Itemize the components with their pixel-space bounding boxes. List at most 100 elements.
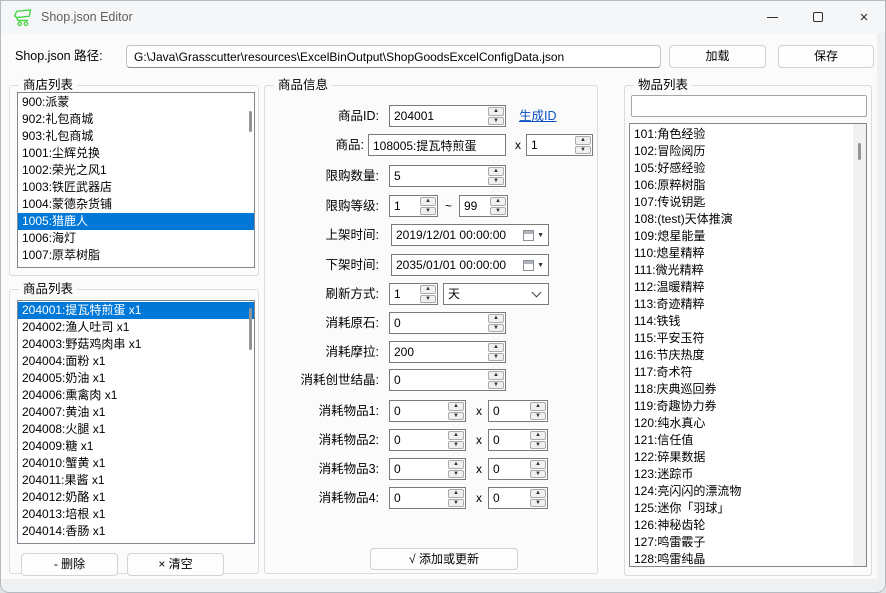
- scrollbar-thumb[interactable]: [249, 111, 252, 132]
- spin-down-button[interactable]: ▼: [488, 177, 504, 186]
- goods-list-item[interactable]: 204014:香肠 x1: [18, 523, 254, 540]
- goods-list-item[interactable]: 204013:培根 x1: [18, 506, 254, 523]
- cost-item3-count-spinner[interactable]: 0 ▲▼: [488, 458, 548, 480]
- goods-list-item[interactable]: 204012:奶酪 x1: [18, 489, 254, 506]
- spin-up-button[interactable]: ▲: [488, 371, 504, 380]
- item-list-item[interactable]: 120:纯水真心: [630, 415, 866, 432]
- item-list-item[interactable]: 112:温暖精粹: [630, 279, 866, 296]
- goods-listbox[interactable]: 204001:提瓦特煎蛋 x1204002:渔人吐司 x1204003:野菇鸡肉…: [17, 300, 255, 544]
- item-list-item[interactable]: 118:庆典巡回券: [630, 381, 866, 398]
- spin-down-button[interactable]: ▼: [530, 499, 546, 508]
- spin-up-button[interactable]: ▲: [575, 136, 591, 145]
- item-list-item[interactable]: 111:微光精粹: [630, 262, 866, 279]
- item-list-item[interactable]: 113:奇迹精粹: [630, 296, 866, 313]
- path-input[interactable]: [126, 45, 661, 68]
- item-list-item[interactable]: 119:奇趣协力券: [630, 398, 866, 415]
- goods-list-item[interactable]: 204003:野菇鸡肉串 x1: [18, 336, 254, 353]
- item-list-item[interactable]: 102:冒险阅历: [630, 143, 866, 160]
- goods-list-item[interactable]: 204002:渔人吐司 x1: [18, 319, 254, 336]
- item-list-item[interactable]: 124:亮闪闪的漂流物: [630, 483, 866, 500]
- goods-list-item[interactable]: 204001:提瓦特煎蛋 x1: [18, 302, 254, 319]
- goods-list-item[interactable]: 204011:果酱 x1: [18, 472, 254, 489]
- item-list-item[interactable]: 126:神秘齿轮: [630, 517, 866, 534]
- scrollbar-track[interactable]: [853, 124, 866, 566]
- spin-down-button[interactable]: ▼: [448, 412, 464, 421]
- spin-up-button[interactable]: ▲: [488, 314, 504, 323]
- begin-time-picker[interactable]: 2019/12/01 00:00:00 ▼: [391, 224, 549, 246]
- goods-name-input[interactable]: [368, 134, 506, 156]
- item-list-item[interactable]: 101:角色经验: [630, 126, 866, 143]
- goods-list-item[interactable]: 204004:面粉 x1: [18, 353, 254, 370]
- cost-mora-spinner[interactable]: 200 ▲▼: [389, 341, 506, 363]
- spin-down-button[interactable]: ▼: [448, 441, 464, 450]
- goods-list-item[interactable]: 204008:火腿 x1: [18, 421, 254, 438]
- item-list-item[interactable]: 128:鸣雷纯晶: [630, 551, 866, 567]
- spin-up-button[interactable]: ▲: [448, 431, 464, 440]
- goods-id-spinner[interactable]: 204001 ▲▼: [389, 105, 506, 127]
- item-list-item[interactable]: 109:熄星能量: [630, 228, 866, 245]
- spin-down-button[interactable]: ▼: [488, 381, 504, 390]
- spin-down-button[interactable]: ▼: [448, 470, 464, 479]
- goods-list-item[interactable]: 204005:奶油 x1: [18, 370, 254, 387]
- refresh-spinner[interactable]: 1 ▲▼: [389, 283, 438, 305]
- cost-crystal-spinner[interactable]: 0 ▲▼: [389, 369, 506, 391]
- spin-up-button[interactable]: ▲: [448, 402, 464, 411]
- spin-down-button[interactable]: ▼: [488, 324, 504, 333]
- delete-button[interactable]: - 删除: [21, 553, 118, 576]
- close-button[interactable]: ×: [841, 1, 886, 33]
- cost-primogem-spinner[interactable]: 0 ▲▼: [389, 312, 506, 334]
- item-list-item[interactable]: 107:传说钥匙: [630, 194, 866, 211]
- item-list-item[interactable]: 115:平安玉符: [630, 330, 866, 347]
- spin-up-button[interactable]: ▲: [488, 343, 504, 352]
- item-listbox[interactable]: 101:角色经验102:冒险阅历105:好感经验106:原粹树脂107:传说钥匙…: [629, 123, 867, 567]
- item-list-item[interactable]: 121:信任值: [630, 432, 866, 449]
- scrollbar-thumb[interactable]: [249, 308, 252, 350]
- scrollbar-thumb[interactable]: [858, 143, 861, 160]
- shop-list-item[interactable]: 1003:铁匠武器店: [18, 179, 254, 196]
- spin-up-button[interactable]: ▲: [448, 460, 464, 469]
- spin-down-button[interactable]: ▼: [530, 441, 546, 450]
- item-list-item[interactable]: 127:鸣雷霰子: [630, 534, 866, 551]
- shop-listbox[interactable]: 900:派蒙902:礼包商城903:礼包商城1001:尘辉兑换1002:荣光之风…: [17, 92, 255, 268]
- end-time-picker[interactable]: 2035/01/01 00:00:00 ▼: [391, 254, 549, 276]
- spin-down-button[interactable]: ▼: [448, 499, 464, 508]
- spin-up-button[interactable]: ▲: [490, 197, 506, 206]
- spin-down-button[interactable]: ▼: [530, 470, 546, 479]
- spin-up-button[interactable]: ▲: [488, 107, 504, 116]
- spin-up-button[interactable]: ▲: [420, 285, 436, 294]
- shop-list-item[interactable]: 1006:海灯: [18, 230, 254, 247]
- shop-list-item[interactable]: 902:礼包商城: [18, 111, 254, 128]
- spin-down-button[interactable]: ▼: [490, 207, 506, 216]
- shop-list-item[interactable]: 1005:猎鹿人: [18, 213, 254, 230]
- item-list-item[interactable]: 123:迷踪币: [630, 466, 866, 483]
- cost-item1-id-spinner[interactable]: 0 ▲▼: [389, 400, 466, 422]
- dropdown-arrow-icon[interactable]: ▼: [537, 232, 544, 239]
- shop-list-item[interactable]: 1001:尘辉兑换: [18, 145, 254, 162]
- save-button[interactable]: 保存: [778, 45, 874, 68]
- goods-list-item[interactable]: 204009:糖 x1: [18, 438, 254, 455]
- shop-list-item[interactable]: 1004:蒙德杂货铺: [18, 196, 254, 213]
- goods-count-spinner[interactable]: 1 ▲▼: [526, 134, 593, 156]
- item-list-item[interactable]: 117:奇术符: [630, 364, 866, 381]
- item-list-item[interactable]: 106:原粹树脂: [630, 177, 866, 194]
- level-min-spinner[interactable]: 1 ▲▼: [389, 195, 438, 217]
- spin-up-button[interactable]: ▲: [420, 197, 436, 206]
- spin-down-button[interactable]: ▼: [488, 353, 504, 362]
- spin-up-button[interactable]: ▲: [530, 460, 546, 469]
- clear-button[interactable]: × 清空: [127, 553, 224, 576]
- item-list-item[interactable]: 125:迷你「羽球」: [630, 500, 866, 517]
- minimize-button[interactable]: [749, 1, 795, 33]
- item-list-item[interactable]: 105:好感经验: [630, 160, 866, 177]
- generate-id-link[interactable]: 生成ID: [519, 105, 557, 128]
- item-list-item[interactable]: 108:(test)天体推演: [630, 211, 866, 228]
- cost-item3-id-spinner[interactable]: 0 ▲▼: [389, 458, 466, 480]
- spin-down-button[interactable]: ▼: [420, 207, 436, 216]
- shop-list-item[interactable]: 903:礼包商城: [18, 128, 254, 145]
- cost-item2-id-spinner[interactable]: 0 ▲▼: [389, 429, 466, 451]
- cost-item4-count-spinner[interactable]: 0 ▲▼: [488, 487, 548, 509]
- dropdown-arrow-icon[interactable]: ▼: [537, 262, 544, 269]
- goods-list-item[interactable]: 204007:黄油 x1: [18, 404, 254, 421]
- spin-down-button[interactable]: ▼: [488, 117, 504, 126]
- refresh-unit-combobox[interactable]: 天: [443, 283, 549, 305]
- spin-up-button[interactable]: ▲: [530, 489, 546, 498]
